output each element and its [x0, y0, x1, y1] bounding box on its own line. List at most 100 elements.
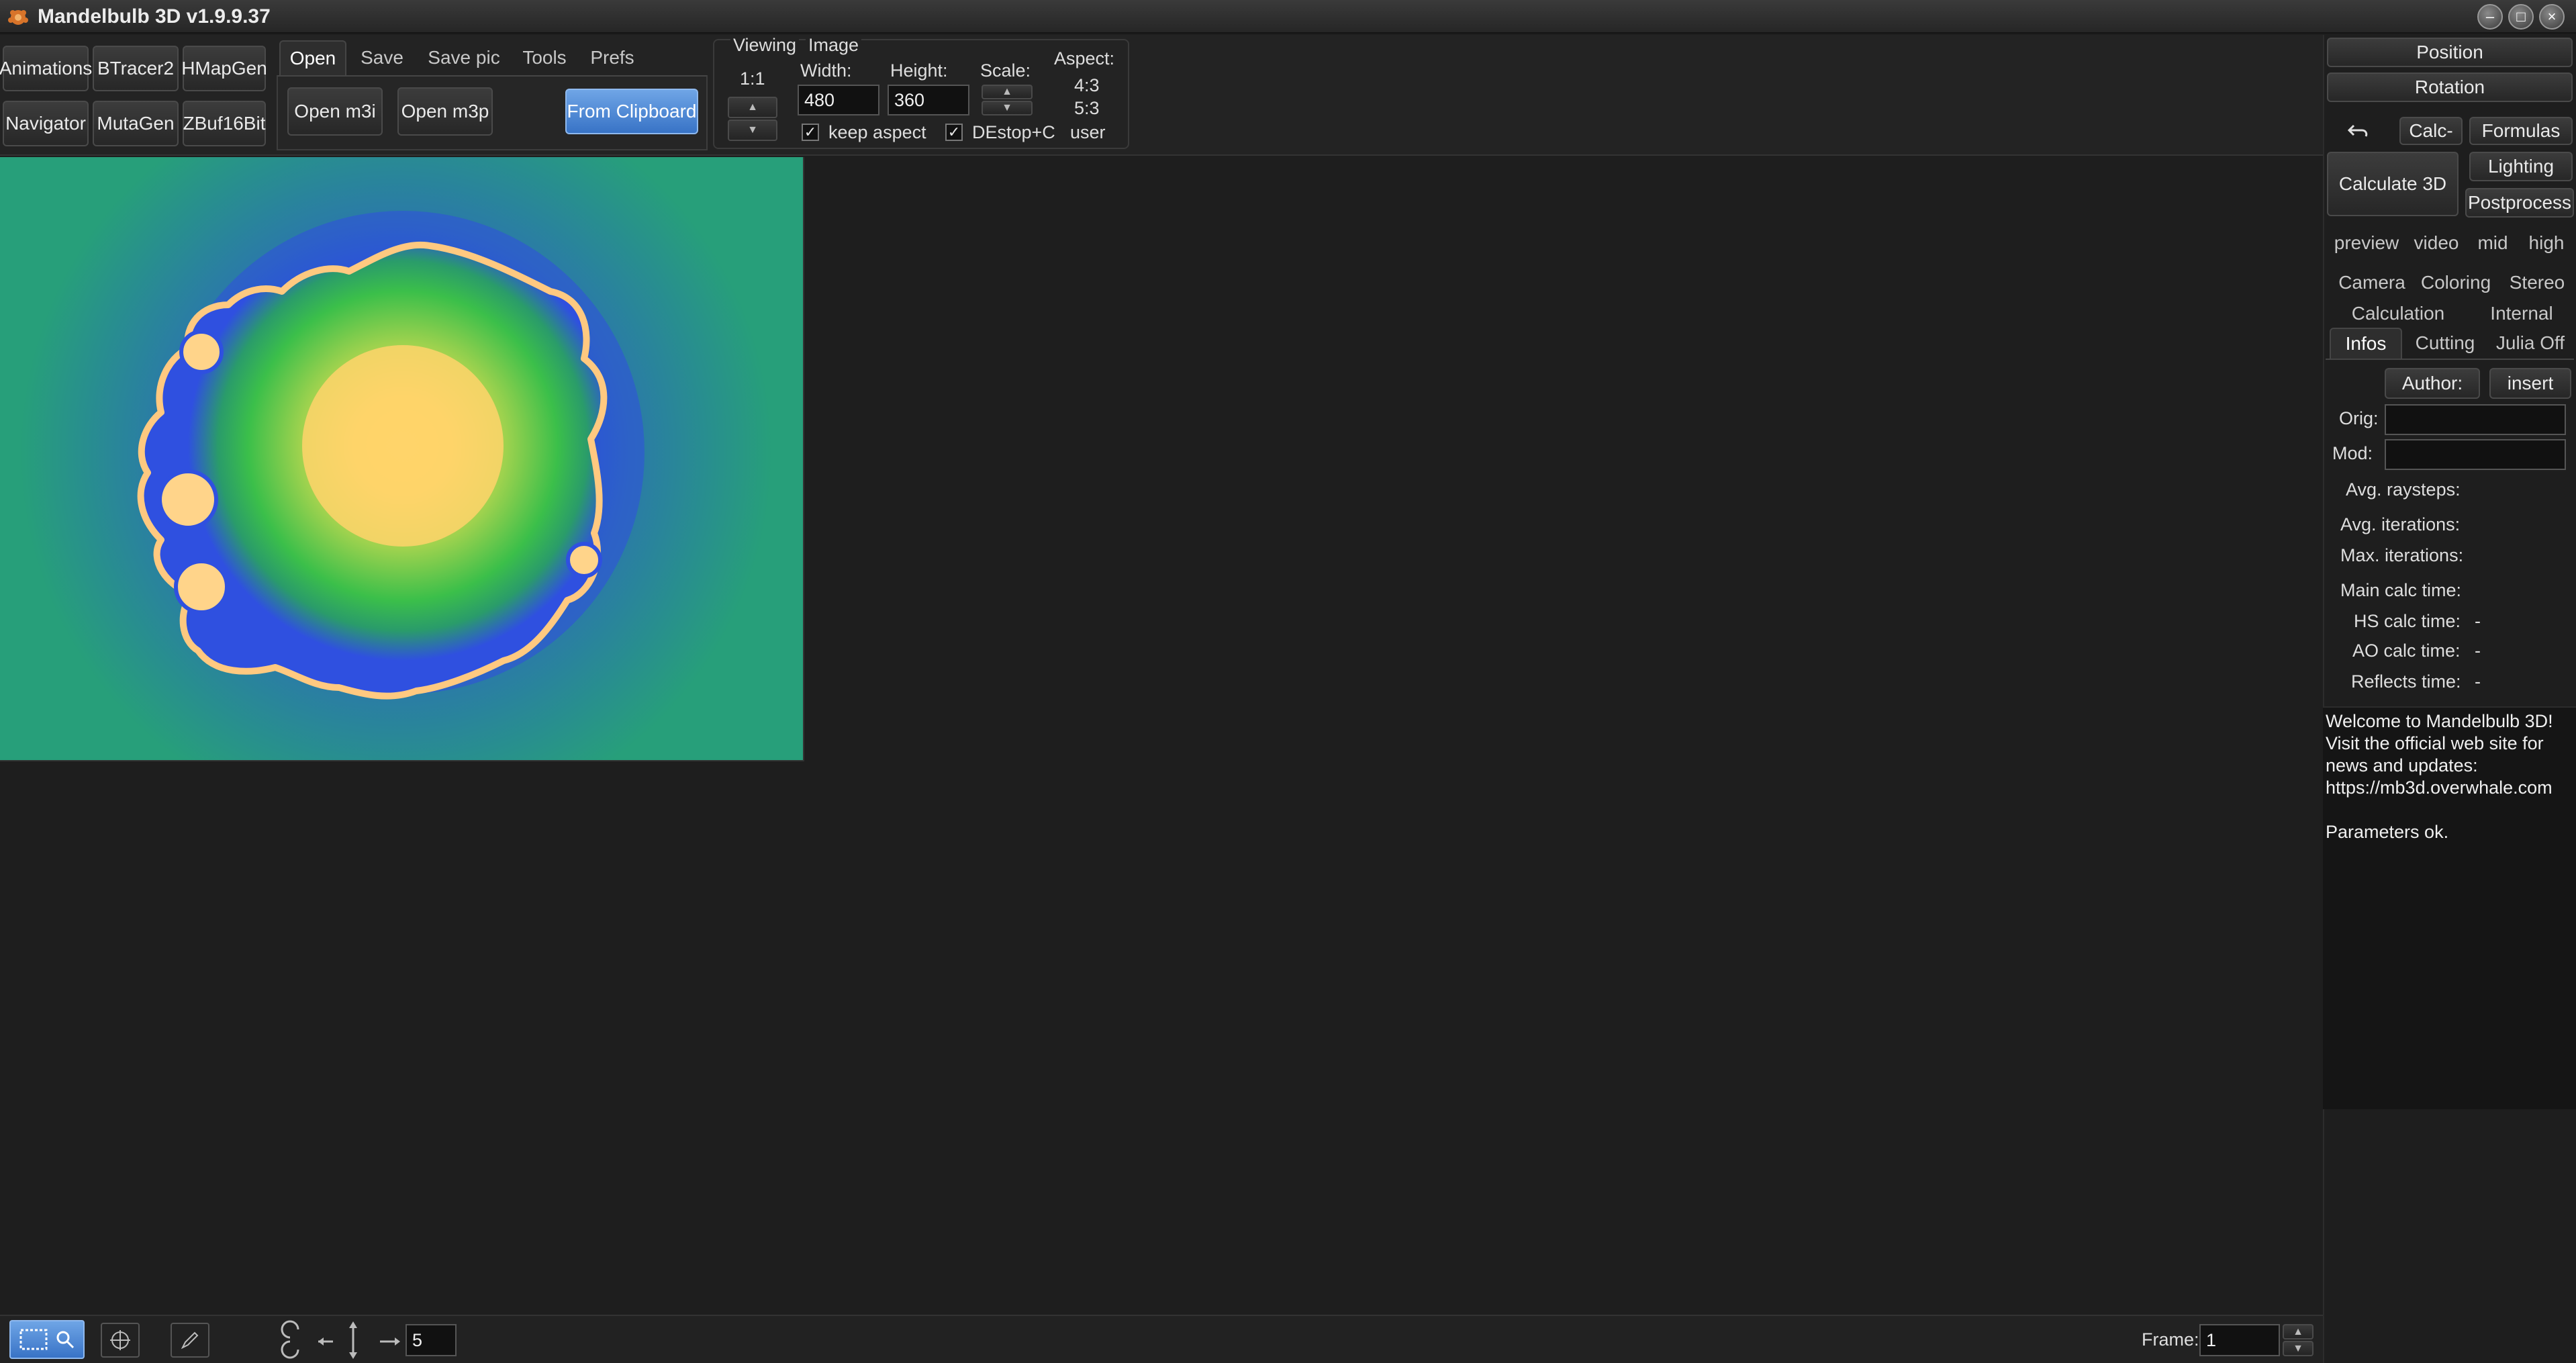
- frame-up-button[interactable]: ▲: [2283, 1324, 2313, 1340]
- tab-internal[interactable]: Internal: [2477, 299, 2566, 328]
- destop-label: DEstop+C: [972, 122, 1055, 142]
- crosshair-icon: [110, 1330, 130, 1350]
- width-label: Width:: [800, 60, 852, 81]
- render-canvas[interactable]: [0, 157, 804, 761]
- tab-prefs[interactable]: Prefs: [579, 40, 646, 75]
- open-m3i-button[interactable]: Open m3i: [287, 87, 383, 136]
- magnifier-icon: [56, 1331, 75, 1349]
- keep-aspect-checkbox[interactable]: ✓: [802, 124, 819, 141]
- tab-divider: [2326, 359, 2574, 360]
- hmapgen-button[interactable]: HMapGen: [181, 46, 267, 91]
- quality-high[interactable]: high: [2520, 228, 2573, 258]
- mandelbulb-fractal-image: [0, 157, 803, 760]
- scale-down-button[interactable]: ▼: [982, 101, 1033, 115]
- image-height-field[interactable]: 360: [888, 85, 969, 115]
- open-m3i-label: Open m3i: [294, 101, 376, 122]
- tab-infos[interactable]: Infos: [2330, 328, 2402, 359]
- calculate-3d-button[interactable]: Calculate 3D: [2327, 152, 2459, 216]
- chevron-down-icon: ▼: [1002, 102, 1012, 113]
- author-button[interactable]: Author:: [2385, 368, 2480, 399]
- zoom-down-button[interactable]: ▼: [728, 120, 777, 141]
- height-label: Height:: [890, 60, 948, 81]
- postprocess-button[interactable]: Postprocess: [2465, 188, 2574, 218]
- calc-button[interactable]: Calc-: [2399, 117, 2463, 145]
- chevron-down-icon: ▼: [2293, 1342, 2303, 1354]
- image-width-field[interactable]: 480: [798, 85, 879, 115]
- zbuf16bit-label: ZBuf16Bit: [183, 113, 266, 134]
- frame-label: Frame:: [2142, 1329, 2199, 1350]
- formulas-button[interactable]: Formulas: [2469, 117, 2573, 145]
- quality-mid[interactable]: mid: [2471, 228, 2515, 258]
- scale-up-button[interactable]: ▲: [982, 85, 1033, 99]
- tab-calculation[interactable]: Calculation: [2339, 299, 2457, 328]
- tab-camera[interactable]: Camera: [2330, 269, 2414, 297]
- aspect-user-option[interactable]: user: [1070, 122, 1106, 143]
- mod-author-field[interactable]: [2385, 439, 2566, 470]
- navigation-arrows-icon[interactable]: [278, 1317, 412, 1362]
- undo-button[interactable]: [2335, 115, 2382, 146]
- step-size-field[interactable]: 5: [406, 1324, 457, 1356]
- hmapgen-label: HMapGen: [181, 58, 267, 79]
- max-iterations-label: Max. iterations:: [2340, 545, 2464, 565]
- chevron-down-icon: ▼: [747, 124, 758, 136]
- position-label: Position: [2416, 42, 2483, 62]
- rotation-button[interactable]: Rotation: [2327, 73, 2573, 102]
- aspect-4-3-option[interactable]: 4:3: [1074, 75, 1100, 96]
- tab-cutting[interactable]: Cutting: [2407, 329, 2483, 357]
- insert-label: insert: [2507, 373, 2554, 393]
- lighting-button[interactable]: Lighting: [2469, 152, 2573, 181]
- minimize-icon: –: [2485, 8, 2495, 25]
- tab-julia-off[interactable]: Julia Off: [2488, 329, 2573, 357]
- maximize-icon: □: [2516, 8, 2526, 25]
- avg-iterations-label: Avg. iterations:: [2340, 514, 2461, 534]
- log-text: Welcome to Mandelbulb 3D! Visit the offi…: [2326, 711, 2553, 842]
- chevron-up-icon: ▲: [2293, 1325, 2303, 1337]
- from-clipboard-button[interactable]: From Clipboard: [565, 89, 698, 134]
- hs-calc-time-value: -: [2475, 611, 2481, 631]
- btracer2-label: BTracer2: [97, 58, 175, 79]
- frame-down-button[interactable]: ▼: [2283, 1341, 2313, 1356]
- tab-tools[interactable]: Tools: [514, 40, 575, 75]
- aspect-5-3-option[interactable]: 5:3: [1074, 98, 1100, 119]
- selection-rectangle-icon: [19, 1329, 48, 1350]
- tab-coloring[interactable]: Coloring: [2414, 269, 2497, 297]
- chevron-up-icon: ▲: [1002, 86, 1012, 97]
- position-button[interactable]: Position: [2327, 38, 2573, 67]
- zbuf16bit-button[interactable]: ZBuf16Bit: [183, 101, 266, 146]
- tab-open[interactable]: Open: [279, 40, 346, 75]
- insert-button[interactable]: insert: [2489, 368, 2571, 399]
- orig-author-field[interactable]: [2385, 404, 2566, 435]
- destop-checkbox[interactable]: ✓: [945, 124, 963, 141]
- maximize-button[interactable]: □: [2508, 4, 2534, 30]
- btracer2-button[interactable]: BTracer2: [93, 46, 179, 91]
- tab-save[interactable]: Save: [350, 40, 414, 75]
- tab-stereo[interactable]: Stereo: [2501, 269, 2573, 297]
- quality-high-label: high: [2528, 232, 2565, 253]
- postprocess-label: Postprocess: [2467, 192, 2572, 213]
- zoom-up-button[interactable]: ▲: [728, 97, 777, 118]
- tab-save-pic[interactable]: Save pic: [418, 40, 510, 75]
- navigator-label: Navigator: [5, 113, 86, 134]
- hs-calc-time-label: HS calc time:: [2354, 611, 2461, 631]
- image-label: Image: [806, 35, 862, 56]
- animations-button[interactable]: Animations: [0, 46, 92, 91]
- pencil-tool-button[interactable]: [171, 1323, 209, 1358]
- tab-prefs-label: Prefs: [590, 47, 634, 68]
- crosshair-tool-button[interactable]: [101, 1323, 140, 1358]
- navigator-button[interactable]: Navigator: [3, 101, 89, 146]
- author-label: Author:: [2401, 373, 2463, 393]
- chevron-up-icon: ▲: [747, 101, 758, 113]
- open-m3p-button[interactable]: Open m3p: [397, 87, 493, 136]
- select-zoom-tool-button[interactable]: [9, 1320, 85, 1359]
- close-button[interactable]: ×: [2539, 4, 2565, 30]
- calculate-3d-label: Calculate 3D: [2338, 173, 2447, 194]
- frame-number-field[interactable]: 1: [2199, 1324, 2280, 1356]
- tab-coloring-label: Coloring: [2420, 272, 2491, 293]
- tab-camera-label: Camera: [2338, 272, 2405, 293]
- mutagen-button[interactable]: MutaGen: [93, 101, 179, 146]
- title-bar: Mandelbulb 3D v1.9.9.37 – □ ×: [0, 0, 2576, 34]
- viewing-label: Viewing: [730, 35, 800, 56]
- quality-video[interactable]: video: [2406, 228, 2467, 258]
- minimize-button[interactable]: –: [2477, 4, 2503, 30]
- quality-preview[interactable]: preview: [2331, 228, 2402, 258]
